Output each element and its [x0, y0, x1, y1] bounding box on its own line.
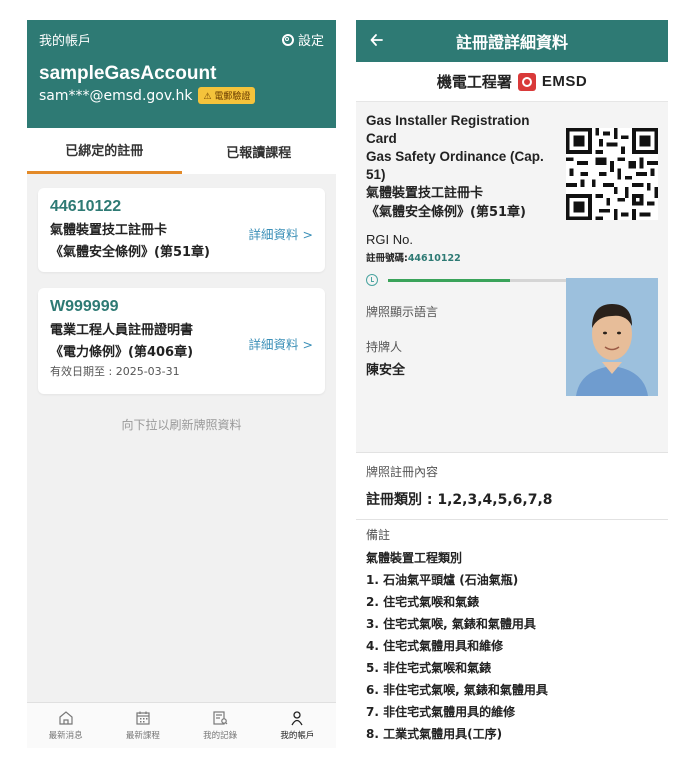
card-expiry: 有效日期至 : 2025-03-31 — [50, 365, 180, 378]
progress-fill — [388, 278, 511, 282]
holder-photo — [566, 278, 658, 396]
registration-card[interactable]: W999999 電業工程人員註冊證明書 《電力條例》(第406章) 有效日期至 … — [38, 288, 325, 394]
nav-label: 最新課程 — [125, 731, 160, 741]
account-header: 我的帳戶 設定 sampleGasAccount sam***@emsd.gov… — [27, 20, 336, 128]
details-link[interactable]: 詳細資料 > — [249, 334, 313, 353]
gear-icon — [281, 33, 294, 46]
clock-icon — [366, 274, 378, 286]
registration-content-section: 牌照註冊內容 註冊類別 : 1,2,3,4,5,6,7,8 — [356, 452, 668, 519]
nav-news[interactable]: 最新消息 — [27, 703, 104, 748]
home-icon — [59, 711, 73, 725]
registration-content-label: 牌照註冊內容 — [366, 465, 439, 479]
nav-label: 最新消息 — [48, 731, 83, 741]
nav-courses[interactable]: 最新課程 — [104, 703, 181, 748]
remarks-label: 備註 — [366, 528, 391, 542]
nav-account[interactable]: 我的帳戶 — [259, 703, 336, 748]
account-screen: 我的帳戶 設定 sampleGasAccount sam***@emsd.gov… — [27, 20, 336, 748]
remarks-section: 備註 氣體裝置工程類別 1. 石油氣平頭爐 (石油氣瓶) 2. 住宅式氣喉和氣錶… — [356, 519, 668, 748]
card-ordinance-en: Gas Safety Ordinance (Cap. 51) — [366, 149, 544, 182]
settings-button[interactable]: 設定 — [281, 30, 324, 49]
tab-enrolled-courses[interactable]: 已報讀課程 — [182, 128, 337, 174]
registration-number: 44610122 — [407, 253, 461, 264]
registration-classes: 註冊類別 : 1,2,3,4,5,6,7,8 — [366, 492, 553, 508]
rgi-label: RGI No. — [366, 232, 413, 247]
org-name-en: EMSD — [541, 73, 588, 90]
card-number: 44610122 — [50, 198, 122, 215]
qr-code — [566, 128, 658, 220]
page-title: 註冊證詳細資料 — [455, 33, 568, 52]
remarks-item: 5. 非住宅式氣喉和氣錶 — [366, 661, 492, 675]
language-label: 牌照顯示語言 — [366, 304, 439, 319]
bottom-nav: 最新消息 最新課程 我的記錄 我的帳戶 — [27, 702, 336, 748]
nav-label: 我的記錄 — [203, 731, 238, 741]
remarks-item: 7. 非住宅式氣體用具的維修 — [366, 705, 516, 719]
emsd-branding: 機電工程署 EMSD — [356, 62, 668, 102]
card-number: W999999 — [50, 298, 119, 315]
calendar-icon — [136, 711, 150, 725]
email-verify-badge[interactable]: ⚠ 電郵驗證 — [198, 87, 256, 104]
tab-bar: 已綁定的註冊 已報讀課程 — [27, 128, 336, 174]
remarks-title: 氣體裝置工程類別 — [366, 551, 463, 565]
org-name-zh: 機電工程署 — [436, 73, 512, 91]
card-title-en: Gas Installer Registration Card — [366, 113, 530, 146]
tab-bound-registrations[interactable]: 已綁定的註冊 — [27, 128, 182, 174]
emsd-logo-icon — [517, 72, 536, 91]
registration-detail-screen: 註冊證詳細資料 機電工程署 EMSD Gas Installer Registr… — [356, 20, 668, 748]
person-icon — [291, 711, 303, 726]
account-name: sampleGasAccount — [39, 63, 217, 84]
registration-card[interactable]: 44610122 氣體裝置技工註冊卡 《氣體安全條例》(第51章) 詳細資料 > — [38, 188, 325, 272]
back-arrow-icon[interactable] — [366, 29, 388, 51]
settings-label: 設定 — [297, 34, 324, 49]
detail-header: 註冊證詳細資料 — [356, 20, 668, 62]
reg-no-label: 註冊號碼: — [366, 253, 408, 264]
header-title: 我的帳戶 — [39, 34, 92, 49]
registration-number-row: 註冊號碼:44610122 — [366, 250, 658, 264]
card-ordinance: 《氣體安全條例》(第51章) — [50, 245, 210, 260]
nav-records[interactable]: 我的記錄 — [182, 703, 259, 748]
pull-to-refresh-hint: 向下拉以刷新牌照資料 — [121, 418, 242, 432]
remarks-item: 4. 住宅式氣體用具和維修 — [366, 639, 504, 653]
registration-card-detail: Gas Installer Registration Card Gas Safe… — [356, 102, 668, 452]
remarks-item: 8. 工業式氣體用具(工序) — [366, 727, 503, 741]
nav-label: 我的帳戶 — [280, 731, 315, 741]
remarks-item: 2. 住宅式氣喉和氣錶 — [366, 595, 480, 609]
record-icon — [213, 711, 228, 725]
remarks-item: 1. 石油氣平頭爐 (石油氣瓶) — [366, 573, 519, 587]
account-email: sam***@emsd.gov.hk — [39, 87, 193, 104]
details-link[interactable]: 詳細資料 > — [249, 224, 313, 243]
remarks-item: 3. 住宅式氣喉, 氣錶和氣體用具 — [366, 617, 536, 631]
remarks-item: 6. 非住宅式氣喉, 氣錶和氣體用具 — [366, 683, 548, 697]
